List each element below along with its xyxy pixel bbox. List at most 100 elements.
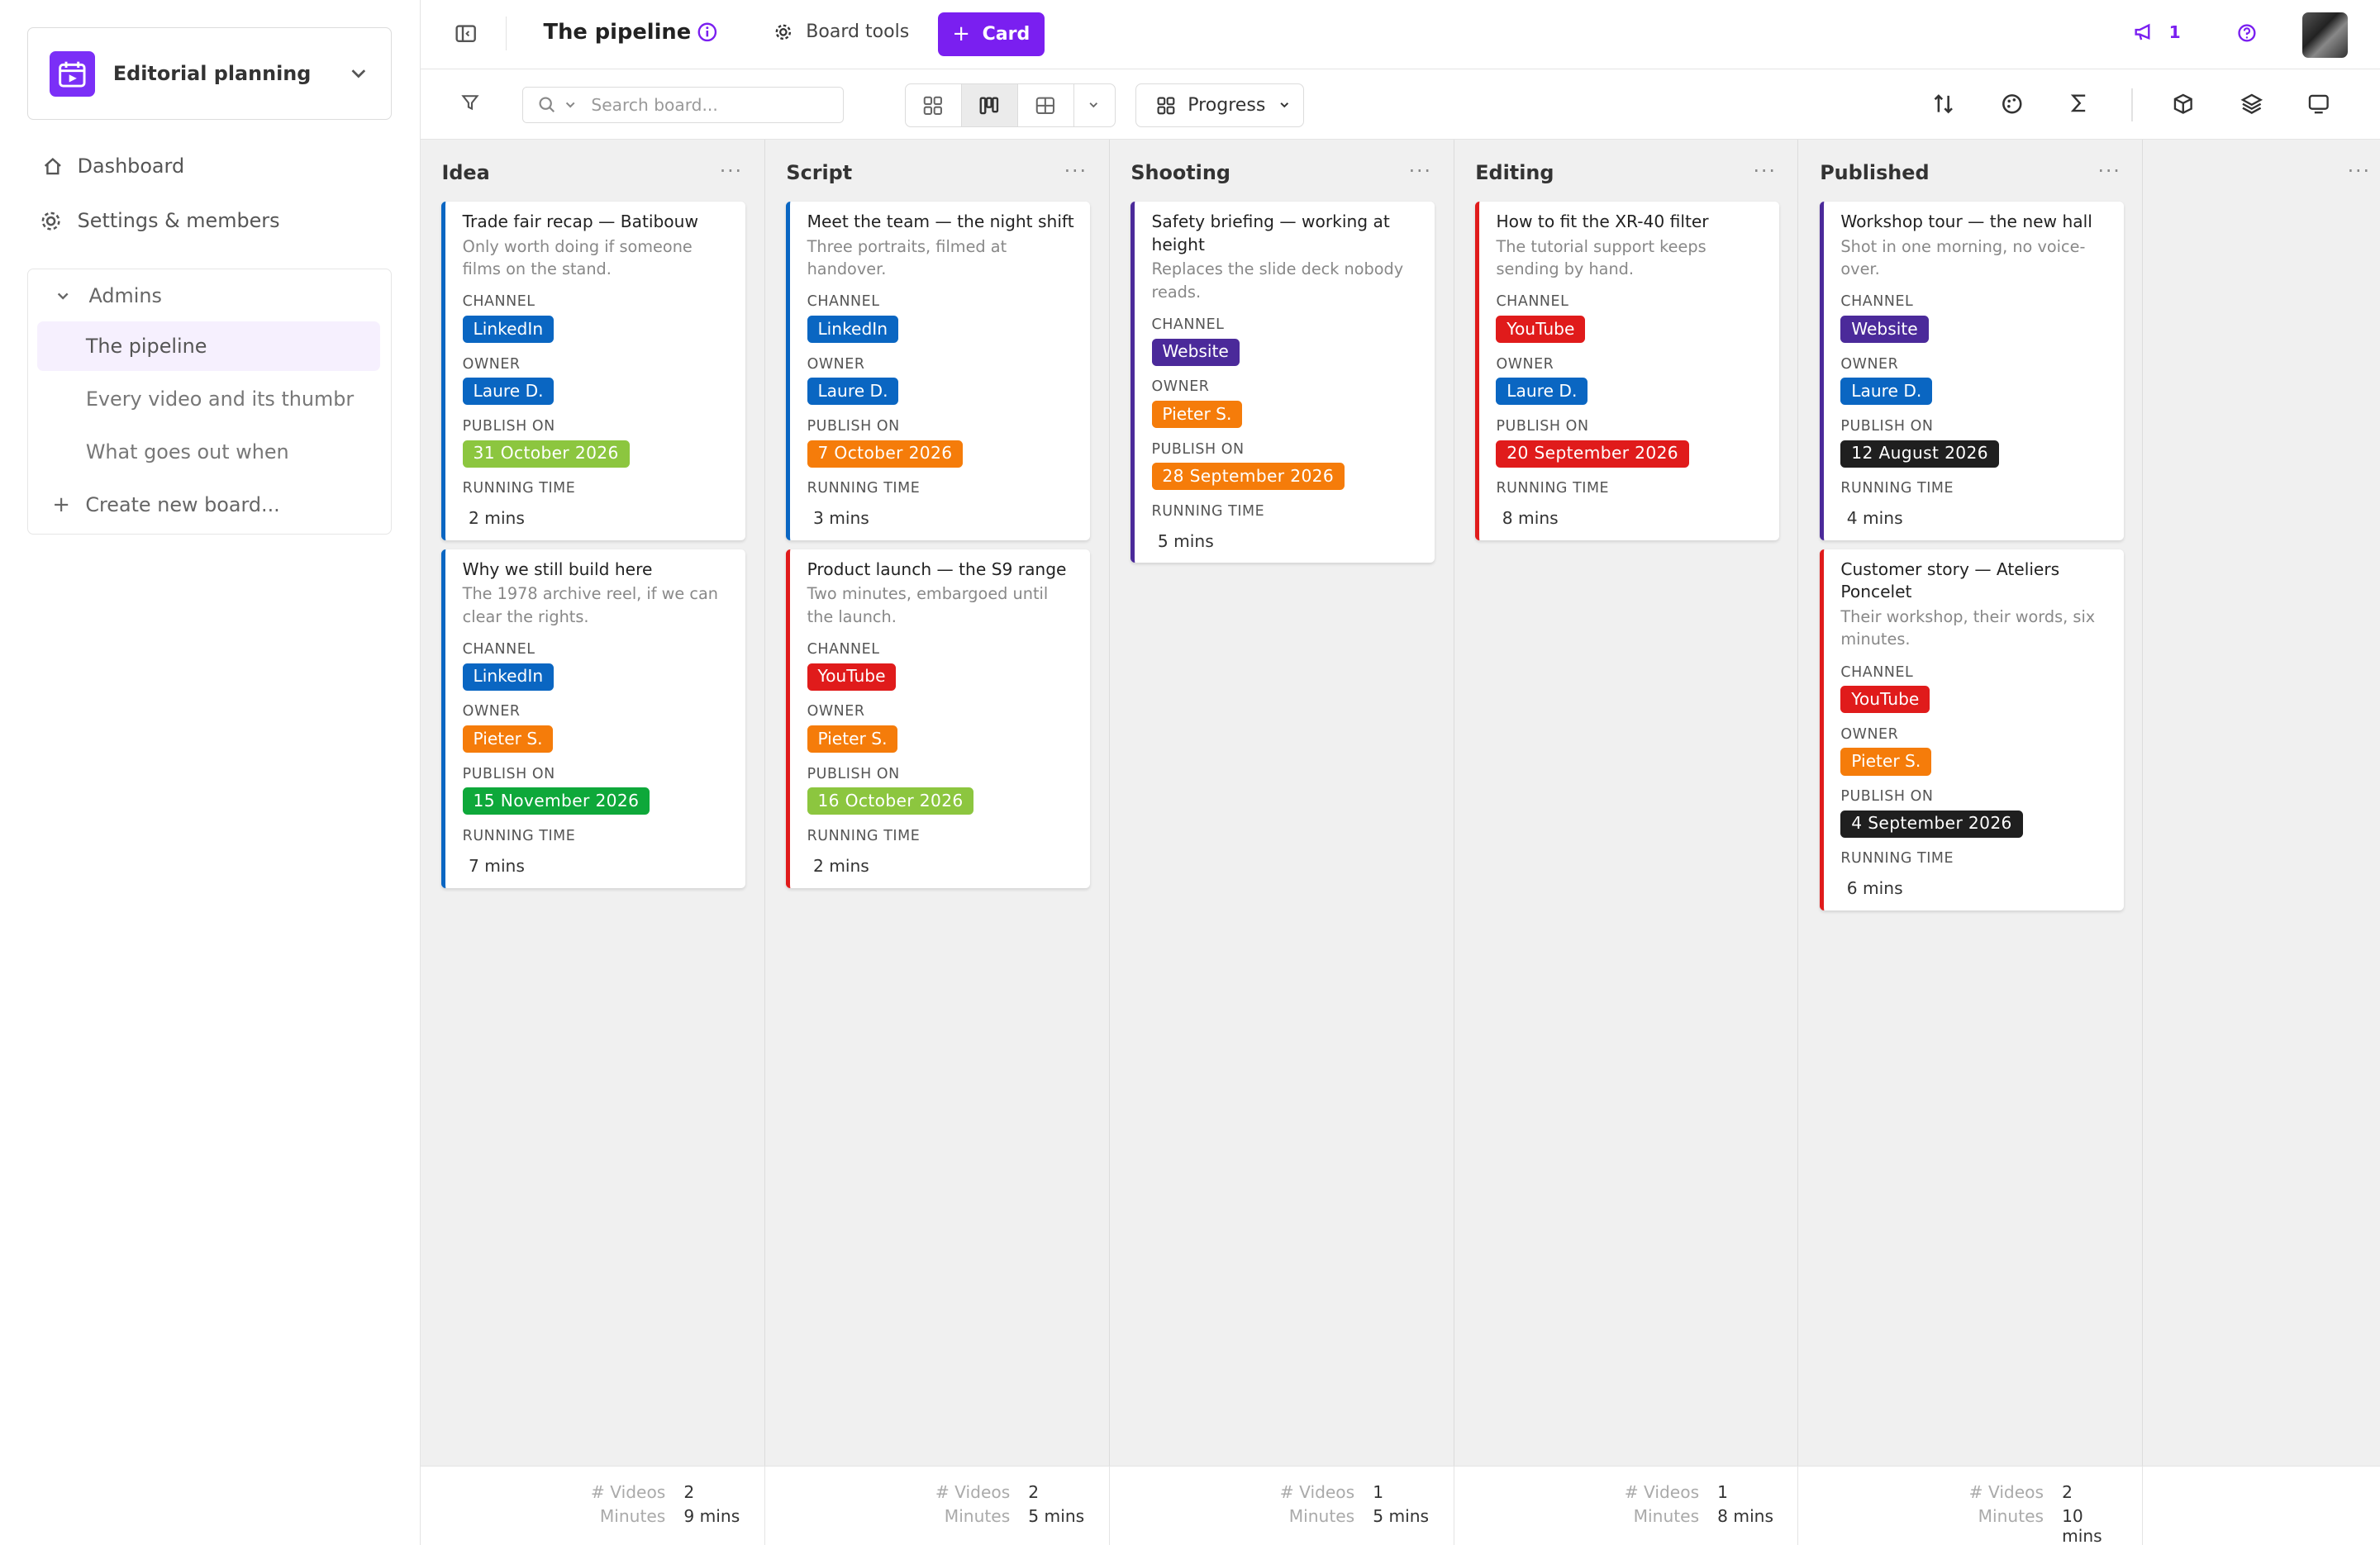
footer-minutes-row: Minutes 8 mins — [1634, 1506, 1778, 1526]
search-input[interactable]: Search board... — [521, 86, 845, 123]
column-more-icon[interactable]: ··· — [2348, 159, 2371, 183]
sort-icon[interactable] — [1932, 93, 1955, 116]
field-label-publish: PUBLISH ON — [1496, 418, 1589, 435]
publish-date-tag: 31 October 2026 — [462, 440, 630, 468]
column-title: Shooting — [1130, 160, 1230, 184]
field-label-channel: CHANNEL — [1840, 293, 1914, 311]
column-footer — [2143, 1466, 2380, 1545]
view-more-button[interactable] — [1074, 84, 1114, 126]
kanban-card[interactable]: Product launch — the S9 range Two minutes… — [786, 549, 1090, 888]
tree-item-pipeline[interactable]: The pipeline — [37, 321, 381, 372]
field-label-owner: OWNER — [462, 355, 521, 373]
publish-date-tag: 15 November 2026 — [462, 787, 650, 815]
cube-icon[interactable] — [2172, 93, 2195, 116]
card-title: Safety briefing — working at height — [1151, 212, 1390, 254]
column-more-icon[interactable]: ··· — [1754, 159, 1777, 183]
kanban-column-editing: Editing ··· How to fit the XR-40 filter The… — [1454, 139, 1799, 1545]
field-label-channel: CHANNEL — [1151, 316, 1225, 333]
footer-count-row: # Videos 2 — [1969, 1482, 2123, 1502]
kanban-card[interactable]: Meet the team — the night shift Three por… — [786, 202, 1090, 540]
card-title: Trade fair recap — Batibouw — [462, 212, 698, 232]
sum-icon[interactable] — [2068, 93, 2090, 114]
view-gallery-button[interactable] — [906, 84, 962, 127]
group-by-button[interactable]: Progress — [1135, 83, 1304, 128]
filter-icon[interactable] — [460, 93, 480, 112]
card-description: The tutorial support keeps sending by ha… — [1496, 236, 1706, 279]
footer-minutes-value: 9 mins — [683, 1506, 740, 1526]
tree-item-thumbs[interactable]: Every video and its thumbr — [37, 374, 380, 425]
kanban-column-idea: Idea ··· Trade fair recap — Batibouw Only w… — [421, 139, 765, 1545]
view-kanban-button[interactable] — [961, 84, 1018, 127]
monitor-icon[interactable] — [2307, 93, 2330, 116]
owner-tag: Pieter S. — [1151, 400, 1243, 428]
kanban-card[interactable]: Why we still build here The 1978 archive … — [441, 549, 745, 888]
create-board-button[interactable]: + Create new board... — [52, 492, 279, 517]
footer-count-value: 2 — [683, 1481, 695, 1502]
publish-date-tag: 20 September 2026 — [1496, 440, 1689, 468]
footer-count-label: # Videos — [935, 1481, 1011, 1502]
footer-count-value: 2 — [2062, 1481, 2073, 1502]
add-card-button[interactable]: + Card — [938, 12, 1045, 56]
app-window: Editorial planning Dashboard Settings & … — [0, 0, 2380, 1545]
running-time-value: 6 mins — [1846, 878, 1903, 899]
view-table-button[interactable] — [1018, 84, 1074, 127]
field-label-owner: OWNER — [1496, 355, 1554, 373]
running-time-value: 4 mins — [1846, 508, 1903, 529]
footer-minutes-value: 10 mins — [2062, 1506, 2102, 1545]
layers-icon[interactable] — [2240, 93, 2263, 116]
kanban-card[interactable]: Workshop tour — the new hall Shot in one … — [1820, 202, 2124, 540]
chevron-down-icon — [57, 292, 69, 300]
card-title: Workshop tour — the new hall — [1840, 212, 2092, 232]
gear-icon — [775, 24, 791, 40]
field-label-channel: CHANNEL — [1840, 663, 1914, 681]
field-label-owner: OWNER — [1840, 355, 1899, 373]
sidebar-toggle-icon[interactable] — [454, 21, 478, 45]
board-tools-button[interactable]: Board tools — [773, 21, 909, 43]
tree-section-admins[interactable]: Admins — [55, 284, 162, 307]
announcements-button[interactable]: 1 — [2133, 21, 2181, 43]
footer-minutes-row: Minutes 9 mins — [600, 1506, 745, 1526]
create-board-label: Create new board... — [85, 493, 280, 517]
column-more-icon[interactable]: ··· — [720, 159, 743, 183]
field-label-running: RUNNING TIME — [807, 827, 921, 844]
kanban-card[interactable]: How to fit the XR-40 filter The tutorial … — [1475, 202, 1779, 540]
footer-count-row: # Videos 2 — [935, 1482, 1089, 1502]
field-label-channel: CHANNEL — [807, 293, 880, 311]
workspace-switcher[interactable]: Editorial planning — [27, 27, 392, 121]
info-icon[interactable] — [697, 21, 718, 43]
card-description: Only worth doing if someone films on the… — [462, 236, 693, 279]
field-label-running: RUNNING TIME — [1151, 502, 1265, 520]
card-description: The 1978 archive reel, if we can clear t… — [462, 584, 719, 626]
column-more-icon[interactable]: ··· — [1064, 159, 1088, 183]
kanban-card[interactable]: Safety briefing — working at height Repla… — [1130, 202, 1435, 563]
avatar[interactable] — [2302, 12, 2349, 58]
column-more-icon[interactable]: ··· — [2097, 159, 2121, 183]
channel-tag: LinkedIn — [462, 315, 554, 344]
card-description: Shot in one morning, no voice-over. — [1840, 236, 2086, 279]
footer-minutes-value: 5 mins — [1373, 1506, 1430, 1526]
channel-tag: YouTube — [807, 663, 897, 691]
grid-icon — [924, 96, 943, 115]
chevron-down-icon — [351, 69, 366, 78]
field-label-owner: OWNER — [462, 703, 521, 720]
footer-count-value: 1 — [1717, 1481, 1728, 1502]
footer-count-value: 1 — [1373, 1481, 1384, 1502]
table-icon — [1035, 97, 1055, 114]
owner-tag: Laure D. — [807, 378, 899, 406]
color-palette-icon[interactable] — [2001, 93, 2024, 116]
field-label-channel: CHANNEL — [462, 293, 536, 311]
running-time-value: 2 mins — [812, 855, 869, 876]
kanban-card[interactable]: Customer story — Ateliers Poncelet Their … — [1820, 549, 2124, 911]
channel-tag: Website — [1840, 315, 1929, 344]
footer-count-label: # Videos — [590, 1481, 666, 1502]
column-more-icon[interactable]: ··· — [1409, 159, 1432, 183]
kanban-card[interactable]: Trade fair recap — Batibouw Only worth do… — [441, 202, 745, 540]
help-icon[interactable] — [2237, 23, 2257, 43]
owner-tag: Laure D. — [462, 378, 555, 406]
field-label-publish: PUBLISH ON — [462, 418, 555, 435]
nav-settings[interactable]: Settings & members — [38, 208, 280, 234]
card-title: Product launch — the S9 range — [807, 559, 1067, 579]
tree-item-schedule[interactable]: What goes out when — [37, 427, 380, 478]
nav-dashboard[interactable]: Dashboard — [42, 154, 184, 178]
owner-tag: Laure D. — [1496, 378, 1588, 406]
